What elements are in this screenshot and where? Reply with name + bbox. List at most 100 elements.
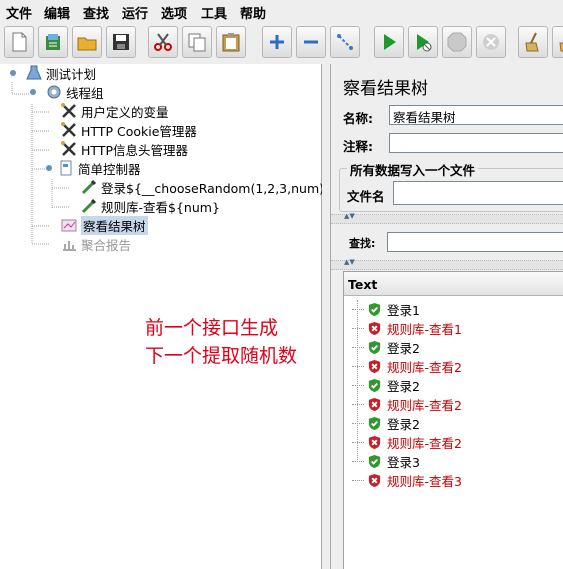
result-label: 规则库-查看3 (387, 474, 462, 489)
wrench-icon (60, 140, 78, 158)
result-row[interactable]: 规则库-查看2 (352, 357, 462, 376)
paste-button[interactable] (216, 26, 246, 58)
save-icon (113, 34, 129, 50)
tree-node-user-vars[interactable]: 用户定义的变量 (60, 102, 169, 120)
expand-toggle-icon[interactable] (24, 83, 42, 101)
expand-toggle-icon[interactable] (4, 64, 22, 82)
menu-tools[interactable]: 工具 (201, 3, 227, 22)
panel-title: 察看结果树 (343, 79, 428, 99)
menu-search[interactable]: 查找 (83, 3, 109, 22)
menu-run[interactable]: 运行 (122, 3, 148, 22)
collapse-button[interactable] (296, 26, 326, 58)
new-button[interactable] (4, 26, 34, 58)
search-input[interactable] (387, 232, 563, 252)
filename-field[interactable] (393, 181, 563, 205)
name-label: 名称: (343, 111, 373, 126)
start-no-pause-button[interactable] (408, 26, 438, 58)
error-shield-icon (368, 359, 381, 374)
result-label: 登录2 (387, 379, 420, 394)
result-row[interactable]: 规则库-查看1 (352, 319, 462, 338)
tree-label: 察看结果树 (81, 215, 148, 235)
clear-button[interactable] (518, 26, 548, 58)
tree-node-view-results-tree[interactable]: 察看结果树 (60, 215, 148, 235)
name-field[interactable]: 察看结果树 (389, 105, 563, 125)
result-row[interactable]: 登录3 (352, 452, 420, 471)
collapse-icon (304, 40, 318, 44)
start-no-pause-icon (417, 34, 432, 52)
clear-all-button[interactable] (552, 26, 563, 58)
tree-node-rules-sampler[interactable]: 规则库-查看${num} (80, 197, 220, 215)
shutdown-button[interactable] (476, 26, 506, 58)
stop-icon (447, 32, 467, 52)
save-button[interactable] (106, 26, 136, 58)
cut-icon (154, 33, 172, 51)
tree-label: HTTP信息头管理器 (81, 142, 188, 158)
wrench-icon (60, 102, 78, 120)
pipette-icon (80, 197, 98, 215)
tree-node-login-sampler[interactable]: 登录${__chooseRandom(1,2,3,num)} (80, 178, 332, 196)
report-icon (60, 235, 78, 253)
menu-edit[interactable]: 编辑 (44, 3, 70, 22)
open-button[interactable] (72, 26, 102, 58)
tree-node-simple-controller[interactable]: 简单控制器 (44, 159, 141, 177)
toggle-button[interactable] (330, 26, 360, 58)
stop-button[interactable] (442, 26, 472, 58)
result-label: 规则库-查看2 (387, 398, 462, 413)
split-pane-divider[interactable] (322, 64, 331, 569)
error-shield-icon (368, 397, 381, 412)
result-label: 登录1 (387, 303, 420, 318)
comment-field[interactable] (389, 133, 563, 153)
copy-button[interactable] (182, 26, 212, 58)
result-label: 规则库-查看2 (387, 436, 462, 451)
controller-icon (57, 159, 75, 177)
search-label: 查找: (349, 237, 376, 250)
clear-icon (525, 32, 539, 52)
clear-all-icon (559, 42, 563, 52)
start-button[interactable] (374, 26, 404, 58)
result-row[interactable]: 登录2 (352, 338, 420, 357)
result-label: 规则库-查看2 (387, 360, 462, 375)
error-shield-icon (368, 435, 381, 450)
results-tree: Text 登录1 规则库-查看1 登录2 规则库-查看2 登录2 规则库-查看2 (343, 271, 563, 569)
shutdown-icon (483, 34, 499, 50)
result-row[interactable]: 规则库-查看2 (352, 433, 462, 452)
result-row[interactable]: 登录2 (352, 414, 420, 433)
result-row[interactable]: 规则库-查看3 (352, 471, 462, 490)
expand-toggle-icon[interactable] (44, 159, 54, 177)
toolbar (0, 22, 563, 65)
split-handle-bottom[interactable]: ▲▼ (331, 259, 563, 270)
expand-button[interactable] (262, 26, 292, 58)
tree-node-cookie-manager[interactable]: HTTP Cookie管理器 (60, 121, 197, 139)
menu-bar: 文件 编辑 查找 运行 选项 工具 帮助 (0, 0, 563, 22)
split-handle-top[interactable]: ▲▼ (331, 213, 563, 224)
result-label: 登录2 (387, 417, 420, 432)
tree-label: 聚合报告 (81, 237, 132, 253)
templates-button[interactable] (38, 26, 68, 58)
new-icon (12, 32, 27, 52)
tree-node-test-plan[interactable]: 测试计划 (4, 64, 96, 82)
result-row[interactable]: 规则库-查看2 (352, 395, 462, 414)
result-label: 登录2 (387, 341, 420, 356)
test-plan-tree: 测试计划 线程组 用户定义的变量 HTTP Cookie管理器 HTTP信息头管… (0, 64, 332, 569)
copy-icon (188, 33, 206, 52)
toggle-icon (337, 34, 353, 50)
success-shield-icon (368, 340, 381, 355)
success-shield-icon (368, 302, 381, 317)
result-label: 登录3 (387, 455, 420, 470)
cut-button[interactable] (148, 26, 178, 58)
menu-file[interactable]: 文件 (6, 3, 32, 22)
menu-options[interactable]: 选项 (161, 3, 187, 22)
tree-label: 简单控制器 (78, 161, 141, 177)
tree-label: 登录${__chooseRandom(1,2,3,num)} (101, 180, 332, 196)
results-column-header[interactable]: Text (344, 272, 563, 296)
menu-help[interactable]: 帮助 (240, 3, 266, 22)
result-row[interactable]: 登录1 (352, 300, 420, 319)
tree-node-header-manager[interactable]: HTTP信息头管理器 (60, 140, 188, 158)
tree-node-aggregate-report[interactable]: 聚合报告 (60, 235, 131, 253)
result-row[interactable]: 登录2 (352, 376, 420, 395)
tree-node-thread-group[interactable]: 线程组 (24, 83, 104, 101)
annotation-line-1: 前一个接口生成 (145, 317, 279, 339)
test-plan-icon (25, 64, 43, 82)
tree-label: HTTP Cookie管理器 (81, 123, 197, 139)
view-results-tree-panel: 察看结果树 名称: 察看结果树 注释: 所有数据写入一个文件 文件名 ▲▼ 查找… (331, 64, 563, 569)
